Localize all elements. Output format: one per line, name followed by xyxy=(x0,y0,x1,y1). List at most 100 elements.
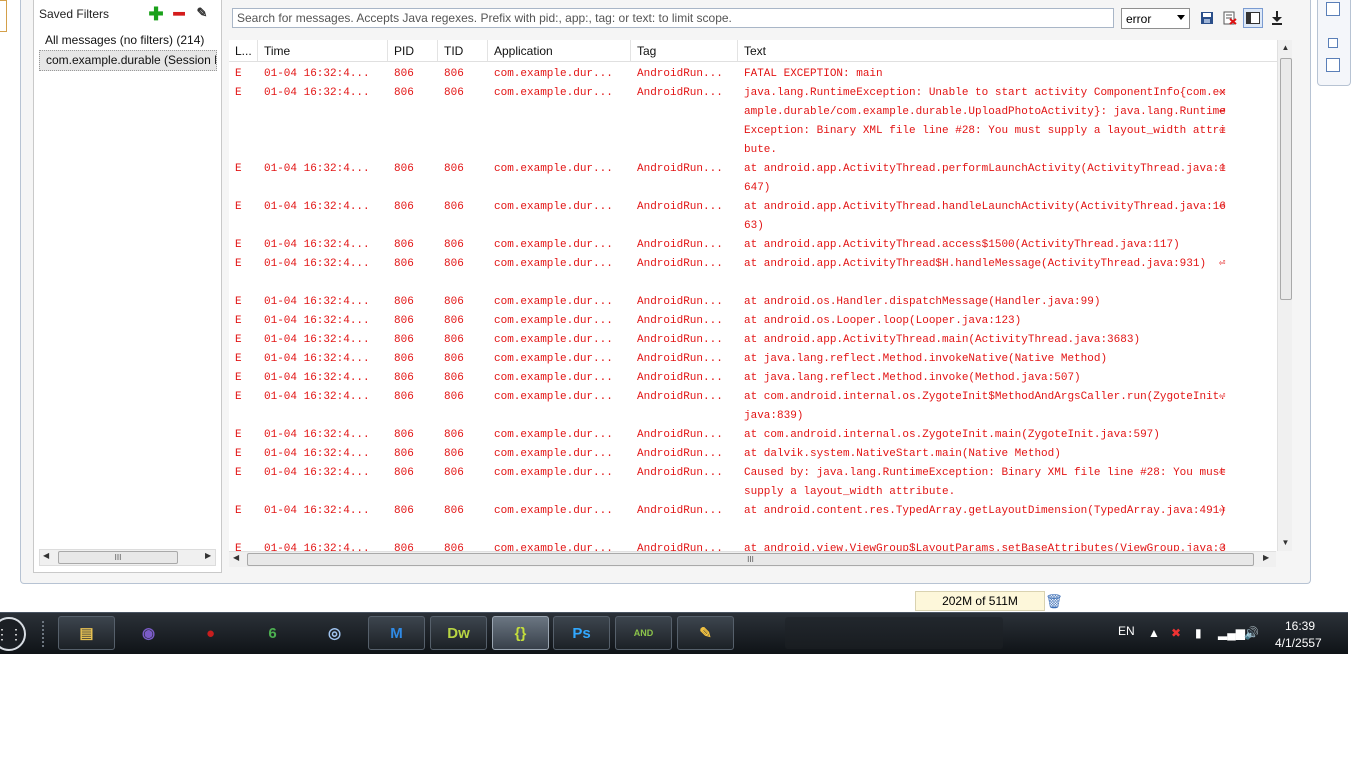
line-wrap-icon: ⏎ xyxy=(1219,258,1226,270)
tag-cell: AndroidRun... xyxy=(637,543,723,551)
scroll-left-icon[interactable]: ◀ xyxy=(233,553,239,562)
toggle-filters-button[interactable] xyxy=(1243,8,1263,28)
scroll-left-icon[interactable]: ◀ xyxy=(43,551,49,560)
filters-horizontal-scrollbar[interactable]: ◀ III ▶ xyxy=(39,549,216,566)
scroll-right-icon[interactable]: ▶ xyxy=(205,551,211,560)
log-level-select[interactable]: error xyxy=(1121,8,1190,29)
application-cell: com.example.dur... xyxy=(494,68,613,80)
taskbar-app-button[interactable]: ✎ xyxy=(677,616,734,650)
tag-cell: AndroidRun... xyxy=(637,372,723,384)
tag-cell: AndroidRun... xyxy=(637,505,723,517)
table-row[interactable]: E 01-04 16:32:4... 806 806 com.example.dur..… xyxy=(229,464,1277,502)
filter-item-durable[interactable]: com.example.durable (Session F xyxy=(39,50,217,71)
table-row[interactable]: E 01-04 16:32:4... 806 806 com.example.dur..… xyxy=(229,312,1277,331)
taskbar-app-button[interactable]: 6 xyxy=(244,616,301,650)
add-filter-icon[interactable]: ✚ xyxy=(148,4,164,24)
application-cell: com.example.dur... xyxy=(494,315,613,327)
log-level-cell: E xyxy=(235,334,242,346)
tag-cell: AndroidRun... xyxy=(637,163,723,175)
outline-view-icon[interactable] xyxy=(1326,2,1340,16)
trash-icon[interactable]: 🗑 xyxy=(1045,592,1063,610)
search-input[interactable] xyxy=(232,8,1114,28)
restore-icon[interactable] xyxy=(1328,38,1338,48)
scroll-lock-button[interactable] xyxy=(1268,9,1286,27)
show-hidden-icons-icon[interactable]: ▲ xyxy=(1148,626,1160,640)
edit-filter-icon[interactable]: ✎ xyxy=(194,5,210,21)
filters-scroll-thumb[interactable]: III xyxy=(58,551,178,564)
taskbar-app-button[interactable]: {} xyxy=(492,616,549,650)
time-cell: 01-04 16:32:4... xyxy=(264,258,370,270)
time-cell: 01-04 16:32:4... xyxy=(264,429,370,441)
remove-filter-icon[interactable]: ━ xyxy=(171,4,187,24)
taskbar-app-button[interactable]: AND xyxy=(615,616,672,650)
message-text-cell: java.lang.RuntimeException: Unable to st… xyxy=(744,87,1226,156)
language-indicator[interactable]: EN xyxy=(1118,624,1135,638)
filter-item-all[interactable]: All messages (no filters) (214) xyxy=(39,31,217,50)
column-header-text[interactable]: Text xyxy=(738,40,1277,61)
table-row[interactable]: E 01-04 16:32:4... 806 806 com.example.dur..… xyxy=(229,540,1277,551)
message-text-cell: Caused by: java.lang.RuntimeException: B… xyxy=(744,467,1226,498)
network-error-icon[interactable]: ✖ xyxy=(1171,626,1181,640)
tid-cell: 806 xyxy=(444,296,464,308)
column-header-tag[interactable]: Tag xyxy=(631,40,738,61)
signal-icon[interactable]: ▂▄▆ xyxy=(1218,626,1245,640)
table-row[interactable]: E 01-04 16:32:4... 806 806 com.example.dur..… xyxy=(229,388,1277,426)
time-cell: 01-04 16:32:4... xyxy=(264,543,370,551)
scroll-down-icon[interactable]: ▼ xyxy=(1278,535,1292,551)
tid-cell: 806 xyxy=(444,429,464,441)
tag-cell: AndroidRun... xyxy=(637,239,723,251)
power-icon[interactable]: ▮ xyxy=(1195,626,1202,640)
log-level-cell: E xyxy=(235,201,242,213)
time-cell: 01-04 16:32:4... xyxy=(264,372,370,384)
table-row[interactable]: E 01-04 16:32:4... 806 806 com.example.dur..… xyxy=(229,293,1277,312)
log-level-cell: E xyxy=(235,543,242,551)
column-header-level[interactable]: L... xyxy=(229,40,258,61)
column-header-time[interactable]: Time xyxy=(258,40,388,61)
vertical-scrollbar[interactable]: ▲ ▼ xyxy=(1277,40,1292,551)
save-log-button[interactable] xyxy=(1198,9,1216,27)
message-text-cell: FATAL EXCEPTION: main xyxy=(744,68,883,80)
taskbar-app-button[interactable]: ◉ xyxy=(120,616,177,650)
column-header-application[interactable]: Application xyxy=(488,40,631,61)
maximize-view-icon[interactable] xyxy=(1326,58,1340,72)
tag-cell: AndroidRun... xyxy=(637,429,723,441)
table-row[interactable]: E 01-04 16:32:4... 806 806 com.example.dur..… xyxy=(229,350,1277,369)
taskbar-app-button[interactable]: ● xyxy=(182,616,239,650)
column-header-tid[interactable]: TID xyxy=(438,40,488,61)
start-button[interactable]: ⋮⋮ xyxy=(0,617,26,651)
maxthon-icon: M xyxy=(390,624,403,642)
application-cell: com.example.dur... xyxy=(494,467,613,479)
taskbar-app-button[interactable]: M xyxy=(368,616,425,650)
table-row[interactable]: E 01-04 16:32:4... 806 806 com.example.dur..… xyxy=(229,84,1277,160)
message-text-cell: at android.app.ActivityThread.main(Activ… xyxy=(744,334,1141,346)
column-header-pid[interactable]: PID xyxy=(388,40,438,61)
clock-date[interactable]: 4/1/2557 xyxy=(1275,636,1322,650)
horizontal-scroll-thumb[interactable]: III xyxy=(247,553,1254,566)
table-row[interactable]: E 01-04 16:32:4... 806 806 com.example.dur..… xyxy=(229,445,1277,464)
table-row[interactable]: E 01-04 16:32:4... 806 806 com.example.dur..… xyxy=(229,331,1277,350)
clock-time[interactable]: 16:39 xyxy=(1285,619,1315,633)
taskbar-app-button[interactable]: ◎ xyxy=(306,616,363,650)
table-row[interactable]: E 01-04 16:32:4... 806 806 com.example.dur..… xyxy=(229,426,1277,445)
tag-cell: AndroidRun... xyxy=(637,448,723,460)
table-row[interactable]: E 01-04 16:32:4... 806 806 com.example.dur..… xyxy=(229,65,1277,84)
taskbar-app-button[interactable]: ▤ xyxy=(58,616,115,650)
table-row[interactable]: E 01-04 16:32:4... 806 806 com.example.dur..… xyxy=(229,198,1277,236)
scroll-up-icon[interactable]: ▲ xyxy=(1278,40,1292,56)
vertical-scroll-thumb[interactable] xyxy=(1280,58,1292,300)
table-row[interactable]: E 01-04 16:32:4... 806 806 com.example.dur..… xyxy=(229,160,1277,198)
table-row[interactable]: E 01-04 16:32:4... 806 806 com.example.dur..… xyxy=(229,369,1277,388)
tag-cell: AndroidRun... xyxy=(637,68,723,80)
scroll-right-icon[interactable]: ▶ xyxy=(1263,553,1269,562)
pid-cell: 806 xyxy=(394,391,414,403)
pid-cell: 806 xyxy=(394,353,414,365)
horizontal-scrollbar[interactable]: ◀ III ▶ xyxy=(229,551,1276,567)
taskbar-app-button[interactable]: Dw xyxy=(430,616,487,650)
taskbar-app-button[interactable]: Ps xyxy=(553,616,610,650)
volume-icon[interactable]: 🔊 xyxy=(1244,626,1259,640)
pid-cell: 806 xyxy=(394,163,414,175)
clear-log-button[interactable] xyxy=(1221,9,1239,27)
table-row[interactable]: E 01-04 16:32:4... 806 806 com.example.dur..… xyxy=(229,502,1277,540)
table-row[interactable]: E 01-04 16:32:4... 806 806 com.example.dur..… xyxy=(229,236,1277,255)
table-row[interactable]: E 01-04 16:32:4... 806 806 com.example.dur..… xyxy=(229,255,1277,293)
